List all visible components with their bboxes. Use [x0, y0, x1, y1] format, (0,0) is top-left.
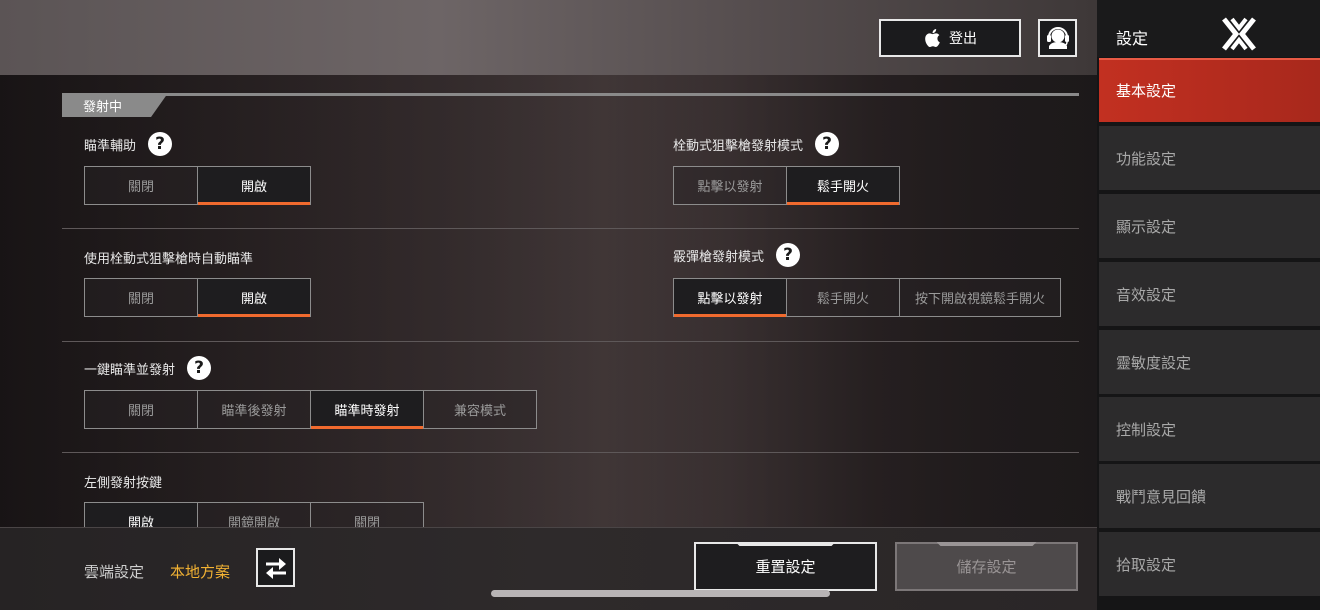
- sidebar-item-label: 拾取設定: [1116, 555, 1177, 574]
- one-tap-option-off[interactable]: 關閉: [84, 390, 198, 429]
- shotgun-option-tap[interactable]: 點擊以發射: [673, 278, 787, 317]
- logout-label: 登出: [949, 31, 977, 47]
- bolt-sniper-option-release[interactable]: 鬆手開火: [786, 166, 900, 205]
- one-tap-option-after-aim[interactable]: 瞄準後發射: [197, 390, 311, 429]
- sidebar-item-pickup[interactable]: 拾取設定: [1099, 532, 1320, 596]
- swap-arrows-icon: [265, 557, 286, 579]
- sidebar-item-controls[interactable]: 控制設定: [1099, 397, 1320, 461]
- bolt-sniper-option-tap[interactable]: 點擊以發射: [673, 166, 787, 205]
- aim-assist-option-on[interactable]: 開啟: [197, 166, 311, 205]
- one-tap-option-while-aim[interactable]: 瞄準時發射: [310, 390, 424, 429]
- customer-support-button[interactable]: [1038, 19, 1077, 57]
- local-scheme-tab[interactable]: 本地方案: [170, 561, 230, 582]
- row-divider: [62, 452, 1079, 453]
- sidebar-item-label: 控制設定: [1116, 420, 1177, 439]
- swap-scheme-button[interactable]: [256, 548, 295, 587]
- sidebar-item-label: 基本設定: [1116, 81, 1177, 100]
- sidebar-title: 設定: [1116, 29, 1149, 48]
- save-settings-label: 儲存設定: [956, 558, 1017, 576]
- shotgun-option-release[interactable]: 鬆手開火: [786, 278, 900, 317]
- logout-button[interactable]: 登出: [879, 19, 1021, 57]
- sidebar-item-label: 靈敏度設定: [1116, 353, 1192, 372]
- one-tap-aim-fire-selector: 關閉 瞄準後發射 瞄準時發射 兼容模式: [84, 390, 537, 429]
- bolt-sniper-fire-mode-label: 栓動式狙擊槍發射模式: [673, 138, 804, 154]
- sidebar-item-basic[interactable]: 基本設定: [1099, 58, 1320, 122]
- sidebar-item-label: 戰鬥意見回饋: [1116, 487, 1207, 506]
- shotgun-fire-mode-selector: 點擊以發射 鬆手開火 按下開啟視鏡鬆手開火: [673, 278, 1061, 317]
- headset-icon: [1046, 27, 1069, 49]
- help-icon[interactable]: ?: [815, 132, 840, 156]
- sidebar-item-sensitivity[interactable]: 靈敏度設定: [1099, 330, 1320, 394]
- sidebar-item-function[interactable]: 功能設定: [1099, 126, 1320, 190]
- sidebar-item-label: 顯示設定: [1116, 217, 1177, 236]
- row-divider: [62, 228, 1079, 229]
- one-tap-aim-fire-label: 一鍵瞄準並發射: [84, 362, 176, 378]
- shotgun-option-ads-release[interactable]: 按下開啟視鏡鬆手開火: [899, 278, 1061, 317]
- help-icon[interactable]: ?: [776, 243, 801, 267]
- reset-settings-label: 重置設定: [755, 558, 816, 576]
- row-divider: [62, 341, 1079, 342]
- left-fire-button-setting: 左側發射按鍵: [84, 469, 162, 493]
- shotgun-fire-mode-label: 霰彈槍發射模式: [673, 249, 765, 265]
- sidebar-item-label: 功能設定: [1116, 149, 1177, 168]
- bolt-sniper-auto-aim-selector: 關閉 開啟: [84, 278, 311, 317]
- aim-assist-setting: 瞄準輔助 ?: [84, 132, 173, 156]
- section-divider: [62, 93, 1079, 96]
- reset-settings-button[interactable]: 重置設定: [694, 542, 877, 591]
- auto-aim-option-on[interactable]: 開啟: [197, 278, 311, 317]
- sidebar-item-label: 音效設定: [1116, 285, 1177, 304]
- shotgun-fire-mode-setting: 霰彈槍發射模式 ?: [673, 243, 801, 267]
- aim-assist-label: 瞄準輔助: [84, 138, 137, 154]
- apple-icon: [925, 29, 940, 47]
- button-notch: [735, 542, 836, 546]
- sidebar-item-audio[interactable]: 音效設定: [1099, 262, 1320, 326]
- help-icon[interactable]: ?: [148, 132, 173, 156]
- horizontal-scrollbar[interactable]: [491, 590, 830, 597]
- sidebar-item-display[interactable]: 顯示設定: [1099, 194, 1320, 258]
- sidebar-item-combat-feedback[interactable]: 戰鬥意見回饋: [1099, 464, 1320, 528]
- one-tap-option-compat[interactable]: 兼容模式: [423, 390, 537, 429]
- save-settings-button[interactable]: 儲存設定: [895, 542, 1078, 591]
- help-icon[interactable]: ?: [187, 356, 212, 380]
- close-icon[interactable]: [1221, 16, 1257, 52]
- section-title: 發射中: [62, 93, 168, 117]
- left-fire-button-label: 左側發射按鍵: [84, 475, 163, 491]
- bolt-sniper-auto-aim-label: 使用栓動式狙擊槍時自動瞄準: [84, 251, 254, 267]
- one-tap-aim-fire-setting: 一鍵瞄準並發射 ?: [84, 356, 212, 380]
- bolt-sniper-fire-mode-setting: 栓動式狙擊槍發射模式 ?: [673, 132, 840, 156]
- cloud-settings-tab[interactable]: 雲端設定: [84, 561, 144, 582]
- aim-assist-selector: 關閉 開啟: [84, 166, 311, 205]
- bolt-sniper-auto-aim-setting: 使用栓動式狙擊槍時自動瞄準: [84, 245, 253, 269]
- button-notch: [936, 542, 1037, 546]
- settings-sidebar: 設定 基本設定 功能設定 顯示設定 音效設定 靈敏度設定 控制設定 戰鬥意見回饋…: [1097, 0, 1320, 610]
- auto-aim-option-off[interactable]: 關閉: [84, 278, 198, 317]
- aim-assist-option-off[interactable]: 關閉: [84, 166, 198, 205]
- bolt-sniper-fire-mode-selector: 點擊以發射 鬆手開火: [673, 166, 900, 205]
